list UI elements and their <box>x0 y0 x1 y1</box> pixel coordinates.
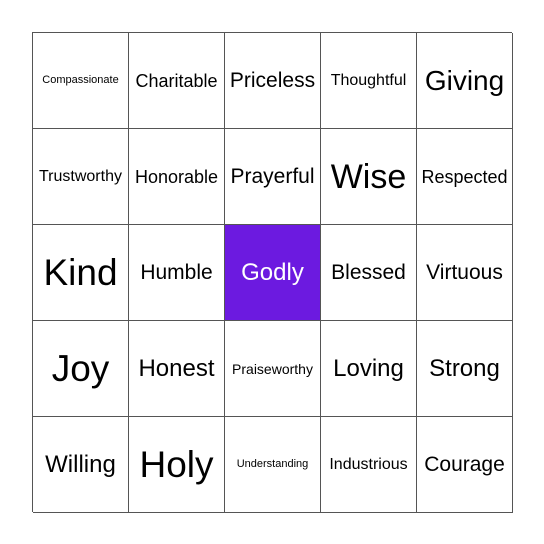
bingo-cell[interactable]: Trustworthy <box>33 129 129 225</box>
bingo-cell[interactable]: Honest <box>129 321 225 417</box>
bingo-cell[interactable]: Priceless <box>225 33 321 129</box>
bingo-cell[interactable]: Joy <box>33 321 129 417</box>
bingo-cell[interactable]: Compassionate <box>33 33 129 129</box>
bingo-cell[interactable]: Giving <box>417 33 513 129</box>
bingo-cell[interactable]: Humble <box>129 225 225 321</box>
bingo-cell[interactable]: Virtuous <box>417 225 513 321</box>
free-space-cell[interactable]: Godly <box>225 225 321 321</box>
bingo-cell[interactable]: Kind <box>33 225 129 321</box>
bingo-cell[interactable]: Industrious <box>321 417 417 513</box>
bingo-cell[interactable]: Praiseworthy <box>225 321 321 417</box>
bingo-cell[interactable]: Strong <box>417 321 513 417</box>
bingo-cell[interactable]: Loving <box>321 321 417 417</box>
bingo-cell[interactable]: Understanding <box>225 417 321 513</box>
bingo-cell[interactable]: Honorable <box>129 129 225 225</box>
bingo-cell[interactable]: Wise <box>321 129 417 225</box>
bingo-cell[interactable]: Courage <box>417 417 513 513</box>
bingo-cell[interactable]: Respected <box>417 129 513 225</box>
bingo-cell[interactable]: Blessed <box>321 225 417 321</box>
bingo-card: Compassionate Charitable Priceless Thoug… <box>32 32 513 513</box>
bingo-cell[interactable]: Thoughtful <box>321 33 417 129</box>
bingo-cell[interactable]: Charitable <box>129 33 225 129</box>
bingo-cell[interactable]: Willing <box>33 417 129 513</box>
bingo-cell[interactable]: Prayerful <box>225 129 321 225</box>
bingo-cell[interactable]: Holy <box>129 417 225 513</box>
